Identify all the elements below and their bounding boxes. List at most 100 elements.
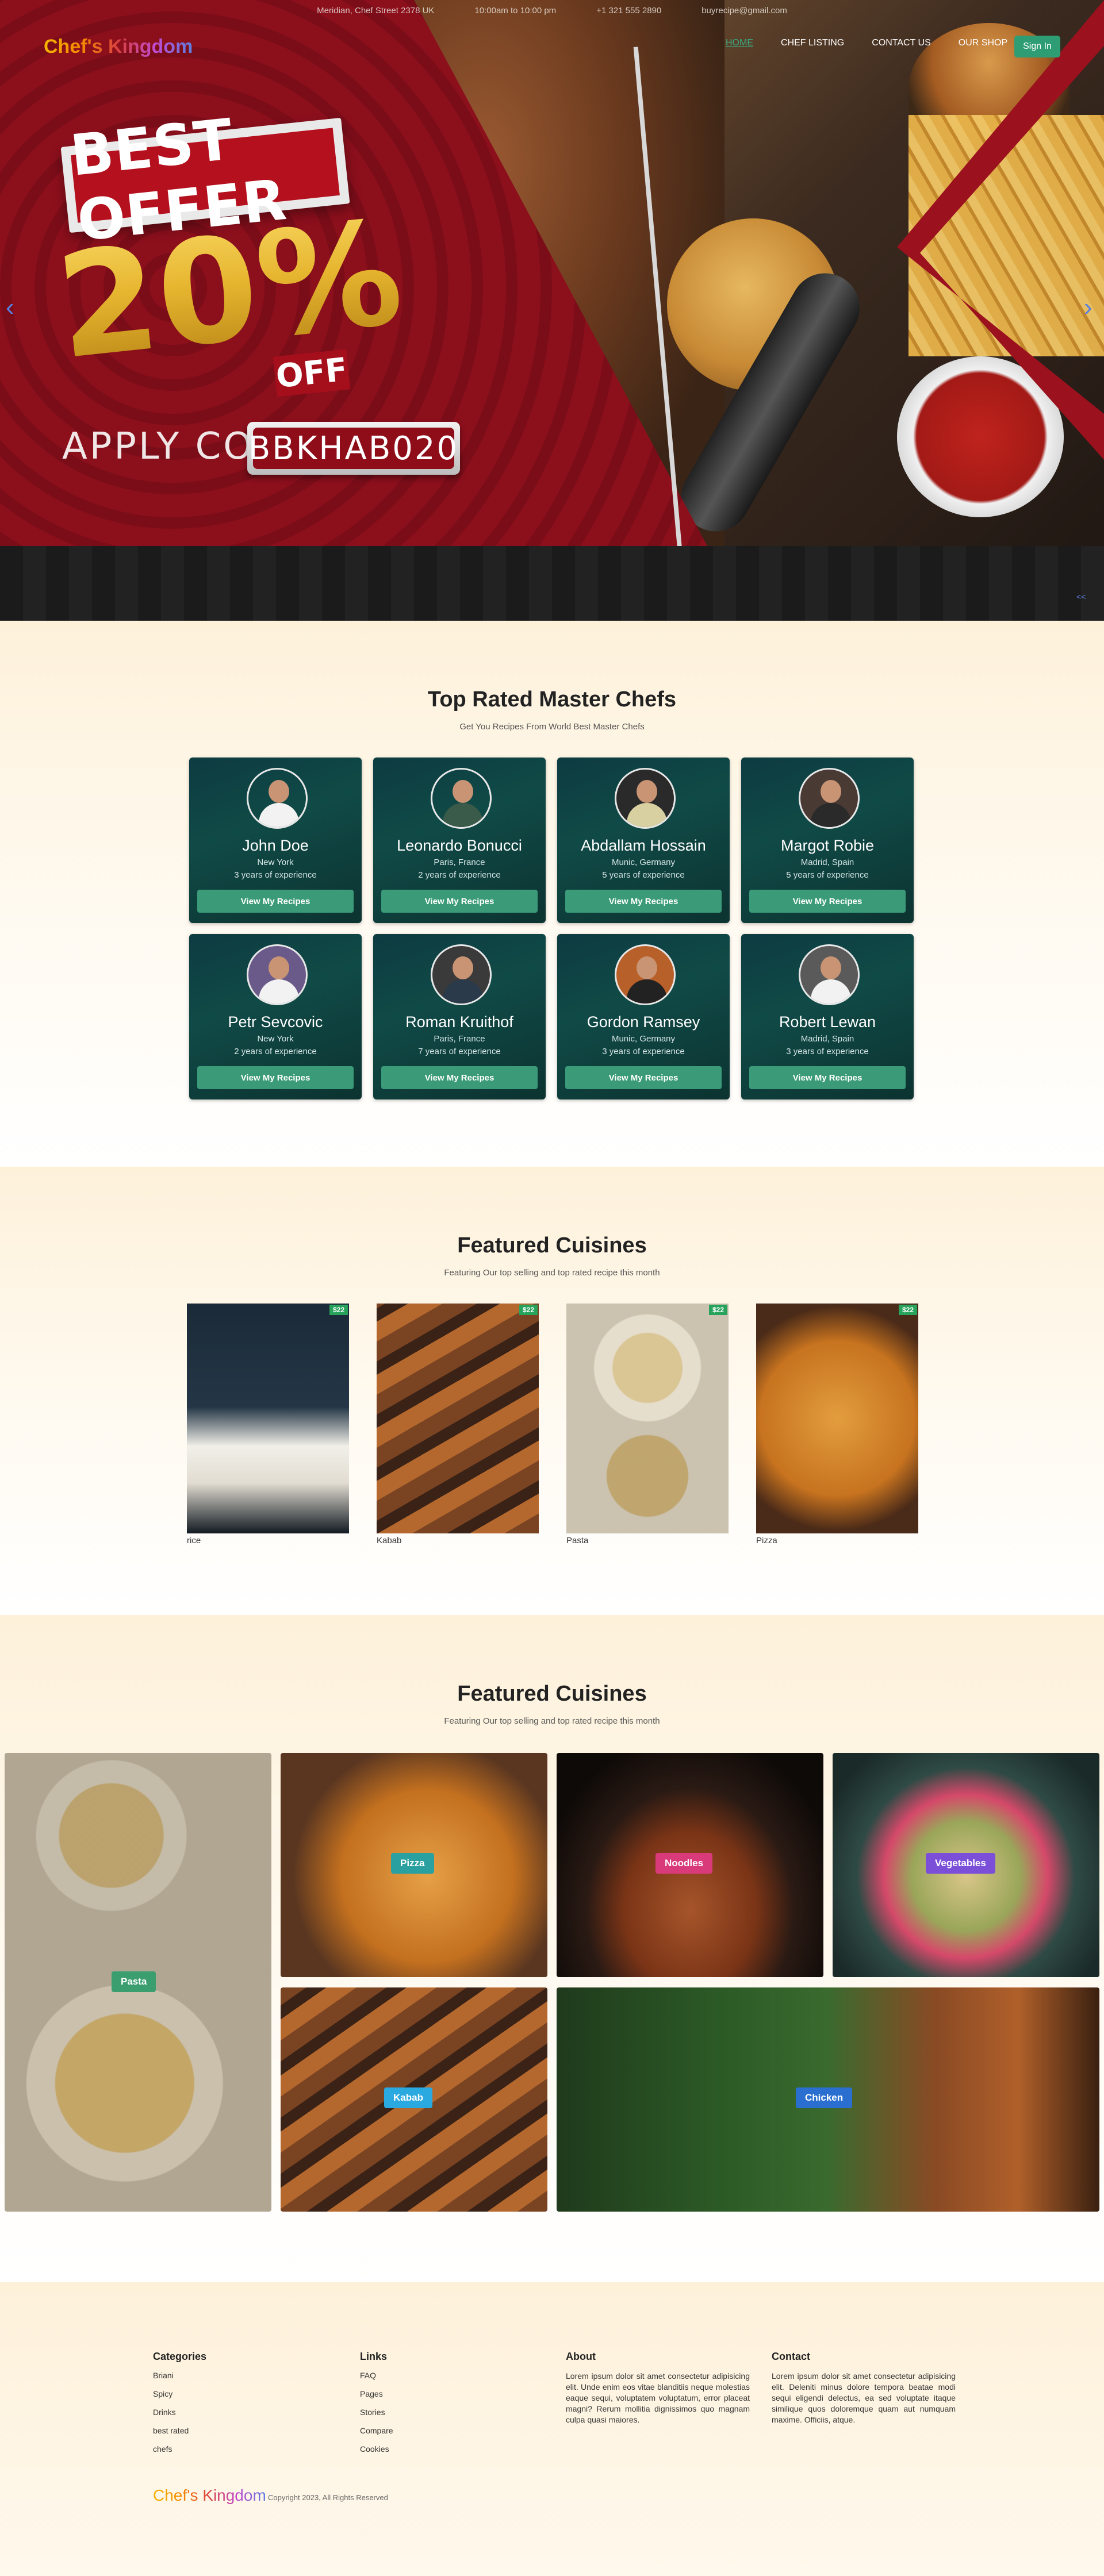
hours-text: 10:00am to 10:00 pm [474, 5, 557, 16]
chef-avatar [247, 768, 308, 829]
footer-links: Links FAQ Pages Stories Compare Cookies [360, 2351, 544, 2463]
chef-name: Robert Lewan [779, 1013, 876, 1031]
discount-percent: 20% [49, 189, 409, 391]
cuisine-label: Pasta [566, 1536, 589, 1545]
carousel-prev-icon[interactable]: ‹ [6, 293, 14, 322]
chef-card: Petr Sevcovic New York 2 years of experi… [189, 934, 362, 1099]
cuisine-label: Pizza [756, 1536, 777, 1545]
hero-banner: BEST OFFER 20% OFF APPLY CODE BBKHAB020 … [0, 0, 1104, 621]
view-recipes-button[interactable]: View My Recipes [749, 890, 906, 913]
chef-card: Margot Robie Madrid, Spain 5 years of ex… [741, 758, 914, 923]
cuisine-card-pizza[interactable]: $22 [756, 1304, 918, 1533]
chef-experience: 3 years of experience [786, 1047, 869, 1056]
chef-experience: 5 years of experience [602, 870, 685, 880]
footer-heading: Categories [153, 2351, 207, 2362]
carousel-next-icon[interactable]: › [1084, 293, 1092, 322]
footer-contact-text: Lorem ipsum dolor sit amet consectetur a… [772, 2371, 956, 2424]
footer-heading: Links [360, 2351, 388, 2362]
email-text: buyrecipe@gmail.com [702, 5, 787, 16]
view-recipes-button[interactable]: View My Recipes [749, 1066, 906, 1089]
footer-link[interactable]: Briani [153, 2371, 337, 2380]
cuisine-card-kabab[interactable]: $22 [377, 1304, 539, 1533]
footer-link[interactable]: best rated [153, 2426, 337, 2435]
chef-name: Gordon Ramsey [586, 1013, 700, 1031]
chef-avatar [615, 944, 676, 1005]
footer-about: About Lorem ipsum dolor sit amet consect… [566, 2351, 750, 2425]
chef-name: Abdallam Hossain [581, 837, 706, 854]
chef-avatar [247, 944, 308, 1005]
chef-experience: 5 years of experience [786, 870, 869, 880]
gallery-pizza[interactable]: Pizza [281, 1753, 547, 1977]
chef-location: New York [257, 858, 294, 867]
address-text: Meridian, Chef Street 2378 UK [317, 5, 435, 16]
footer-link[interactable]: Stories [360, 2408, 544, 2417]
nav-our-shop[interactable]: OUR SHOP [959, 38, 1007, 48]
footer-link[interactable]: FAQ [360, 2371, 544, 2380]
footer-link[interactable]: Drinks [153, 2408, 337, 2417]
brand-logo[interactable]: Chef's Kingdom [44, 36, 193, 58]
nav-contact-us[interactable]: CONTACT US [872, 38, 931, 48]
gallery-tag: Pizza [391, 1853, 434, 1874]
nav-chef-listing[interactable]: CHEF LISTING [781, 38, 844, 48]
top-info-bar: Meridian, Chef Street 2378 UK 10:00am to… [0, 0, 1104, 21]
gallery-noodles[interactable]: Noodles [557, 1753, 823, 1977]
hero-bottom-strip [0, 546, 1104, 621]
off-badge: OFF [273, 349, 351, 397]
chef-card: Roman Kruithof Paris, France 7 years of … [373, 934, 546, 1099]
view-recipes-button[interactable]: View My Recipes [565, 890, 722, 913]
gallery-chicken[interactable]: Chicken [557, 1987, 1099, 2212]
chef-experience: 3 years of experience [602, 1047, 685, 1056]
chef-name: John Doe [242, 837, 309, 854]
price-badge: $22 [329, 1305, 348, 1315]
gallery-tag: Kabab [384, 2087, 432, 2108]
chef-avatar [431, 768, 492, 829]
footer-heading: Contact [772, 2351, 810, 2362]
footer-contact: Contact Lorem ipsum dolor sit amet conse… [772, 2351, 956, 2425]
phone-text: +1 321 555 2890 [596, 5, 662, 16]
cuisine-label: rice [187, 1536, 201, 1545]
chef-experience: 2 years of experience [418, 870, 501, 880]
price-badge: $22 [898, 1305, 917, 1315]
promo-code: BBKHAB020 [248, 429, 459, 467]
cuisine-card-rice[interactable]: $22 [187, 1304, 349, 1533]
gallery-tag: Pasta [112, 1971, 156, 1992]
footer-link[interactable]: Spicy [153, 2389, 337, 2398]
chef-name: Roman Kruithof [405, 1013, 513, 1031]
footer: Categories Briani Spicy Drinks best rate… [0, 2282, 1104, 2576]
gallery-tag: Noodles [656, 1853, 713, 1874]
sign-in-button[interactable]: Sign In [1014, 36, 1060, 57]
footer-heading: About [566, 2351, 596, 2362]
chef-experience: 7 years of experience [418, 1047, 501, 1056]
nav-home[interactable]: HOME [726, 38, 753, 48]
chef-card: Gordon Ramsey Munic, Germany 3 years of … [557, 934, 730, 1099]
gallery-pasta[interactable]: Pasta [5, 1753, 271, 2212]
footer-link[interactable]: chefs [153, 2444, 337, 2454]
view-recipes-button[interactable]: View My Recipes [197, 1066, 354, 1089]
price-badge: $22 [519, 1305, 538, 1315]
view-recipes-button[interactable]: View My Recipes [565, 1066, 722, 1089]
gallery-kabab[interactable]: Kabab [281, 1987, 547, 2212]
chef-experience: 3 years of experience [234, 870, 317, 880]
footer-link[interactable]: Cookies [360, 2444, 544, 2454]
chef-location: Munic, Germany [611, 1034, 676, 1044]
chef-name: Leonardo Bonucci [397, 837, 522, 854]
chef-card: Leonardo Bonucci Paris, France 2 years o… [373, 758, 546, 923]
off-text: OFF [274, 351, 350, 395]
featured-title: Featured Cuisines [457, 1233, 647, 1258]
cuisine-label: Kabab [377, 1536, 402, 1545]
view-recipes-button[interactable]: View My Recipes [381, 1066, 538, 1089]
view-recipes-button[interactable]: View My Recipes [381, 890, 538, 913]
gallery-vegetables[interactable]: Vegetables [833, 1753, 1099, 1977]
featured-cuisines-section: Featured Cuisines Featuring Our top sell… [0, 1167, 1104, 1615]
chef-card: Abdallam Hossain Munic, Germany 5 years … [557, 758, 730, 923]
footer-brand-logo[interactable]: Chef's Kingdom [153, 2486, 266, 2505]
footer-link[interactable]: Pages [360, 2389, 544, 2398]
cuisine-card-pasta[interactable]: $22 [566, 1304, 729, 1533]
featured-subtitle: Featuring Our top selling and top rated … [444, 1268, 660, 1278]
carousel-indicator[interactable]: << [1076, 592, 1086, 601]
gallery-tag: Vegetables [926, 1853, 995, 1874]
chef-location: New York [257, 1034, 294, 1044]
view-recipes-button[interactable]: View My Recipes [197, 890, 354, 913]
chef-avatar [615, 768, 676, 829]
footer-link[interactable]: Compare [360, 2426, 544, 2435]
